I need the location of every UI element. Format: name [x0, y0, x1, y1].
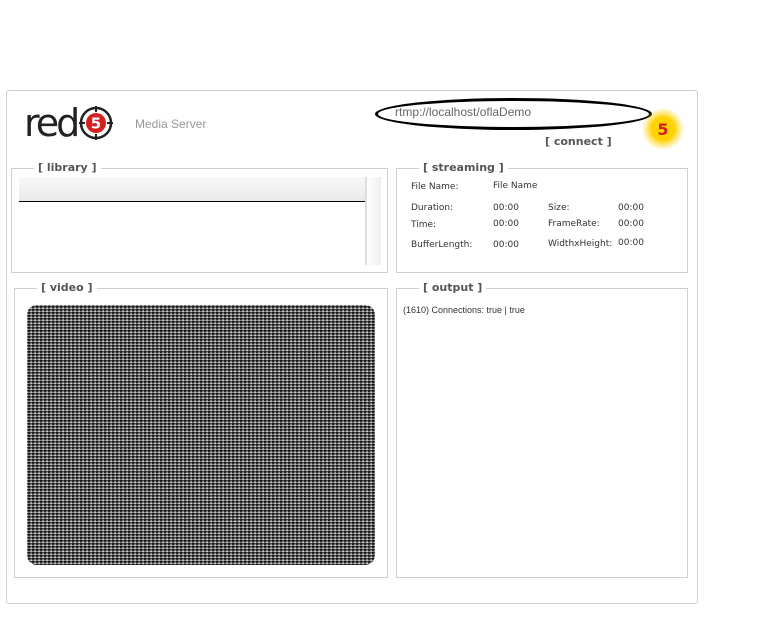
size-label: Size:: [548, 203, 570, 213]
time-label: Time:: [411, 220, 437, 230]
duration-value: 00:00: [493, 203, 519, 213]
duration-label: Duration:: [411, 203, 454, 213]
logo-badge-text: 5: [91, 115, 101, 133]
media-server-subtitle: Media Server: [135, 117, 207, 131]
streaming-panel: [ streaming ] File Name: File Name Durat…: [396, 161, 688, 273]
output-log-line: (1610) Connections: true | true: [403, 305, 525, 315]
file-name-label: File Name:: [411, 182, 459, 192]
width-height-label: WidthxHeight:: [548, 239, 613, 249]
status-indicator-text: 5: [657, 119, 669, 139]
connect-button[interactable]: [ connect ]: [545, 135, 612, 148]
library-panel: [ library ]: [11, 161, 388, 273]
rtmp-url-input[interactable]: [395, 104, 625, 120]
logo-text: red: [24, 101, 80, 145]
output-panel: [ output ] (1610) Connections: true | tr…: [396, 281, 688, 578]
library-list-header: [19, 177, 365, 202]
library-list[interactable]: [19, 177, 366, 265]
video-display[interactable]: [27, 305, 375, 565]
framerate-label: FrameRate:: [548, 219, 600, 229]
url-field-wrapper: [375, 98, 652, 130]
red5-target-icon: 5: [79, 106, 114, 140]
bufferlength-label: BufferLength:: [411, 240, 473, 250]
red5-logo: red 5: [24, 101, 114, 145]
library-scrollbar[interactable]: [366, 177, 381, 265]
size-value: 00:00: [618, 203, 644, 213]
video-title: [ video ]: [37, 281, 97, 294]
time-value: 00:00: [493, 219, 519, 229]
connection-status-light: 5: [642, 108, 684, 150]
library-title: [ library ]: [34, 161, 101, 174]
video-panel: [ video ]: [14, 281, 388, 578]
width-height-value: 00:00: [618, 238, 644, 248]
streaming-title: [ streaming ]: [419, 161, 508, 174]
output-title: [ output ]: [419, 281, 487, 294]
file-name-value: File Name: [493, 181, 538, 191]
framerate-value: 00:00: [618, 219, 644, 229]
bufferlength-value: 00:00: [493, 240, 519, 250]
